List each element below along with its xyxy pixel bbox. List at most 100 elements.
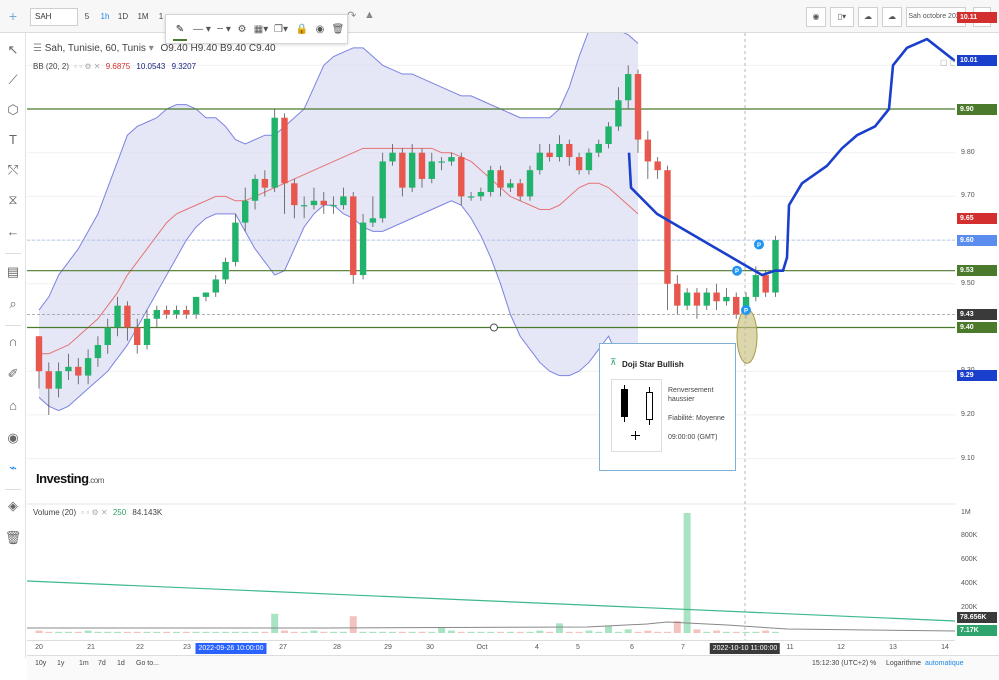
volume-bar	[742, 631, 750, 633]
price-tag: 9.53	[957, 265, 997, 277]
volume-bar	[84, 630, 92, 633]
crosshair-icon[interactable]: +	[5, 8, 21, 24]
candle	[134, 327, 141, 345]
candle	[448, 157, 455, 162]
price-tag: 9.65	[957, 212, 997, 224]
draw-mode-icon[interactable]: ✐	[4, 365, 22, 383]
layout-icon[interactable]: ▯▾	[830, 7, 854, 27]
camera-icon[interactable]: ◉	[806, 7, 826, 27]
delete-icon[interactable]: 🗑	[4, 529, 22, 547]
timeframe-1h[interactable]: 1h	[96, 8, 114, 26]
auto-toggle[interactable]: automatique	[925, 660, 964, 667]
date-tick-label: 21	[87, 644, 95, 651]
price-chart[interactable]: P P P	[27, 33, 955, 640]
lock-drawings-icon[interactable]: ⌂	[4, 397, 22, 415]
candle	[516, 183, 524, 197]
back-arrow-icon[interactable]: ←	[4, 223, 22, 241]
eye-icon[interactable]: ◉	[4, 429, 22, 447]
bollinger-band-fill	[39, 33, 639, 411]
candle	[556, 143, 563, 158]
cloud-download-icon[interactable]: ☁	[882, 7, 902, 27]
text-icon[interactable]: T	[4, 131, 22, 149]
volume-bar	[104, 631, 112, 633]
volume-bar	[290, 631, 298, 633]
fibonacci-icon[interactable]: ⧖	[4, 191, 22, 209]
line-style-select[interactable]: ╌ ▾	[214, 22, 234, 38]
date-tick-label: 22	[136, 644, 144, 651]
redo-icon[interactable]: ↷	[347, 9, 356, 22]
timeframe-5[interactable]: 5	[78, 8, 96, 26]
bb-value-1: 9.6875	[105, 62, 131, 71]
log-toggle[interactable]: Logarithme	[886, 660, 921, 667]
magnet-icon[interactable]: ∩	[4, 333, 22, 351]
alert-icon[interactable]: ▲	[364, 9, 375, 21]
zoom-icon[interactable]: ⌕	[4, 295, 22, 313]
line-color-swatch[interactable]	[173, 39, 187, 41]
lock-icon[interactable]: 🔒	[294, 22, 310, 38]
candle	[310, 200, 318, 206]
cursor-icon[interactable]: ↖	[4, 41, 22, 59]
price-tag: 9.60	[957, 234, 997, 246]
volume-controls-icon[interactable]: ▫ ▫ ⚙ ✕	[81, 508, 107, 517]
volume-bar	[241, 631, 249, 633]
price-axis[interactable]: 10.009.909.809.709.609.509.409.309.209.1…	[955, 11, 999, 640]
candle	[330, 205, 337, 207]
link-icon[interactable]: ⌁	[4, 459, 22, 477]
layers-icon[interactable]: ◈	[4, 497, 22, 515]
copy-icon[interactable]: ❐▾	[272, 22, 290, 38]
trendline-icon[interactable]: ⟋	[4, 71, 22, 89]
clock-readout[interactable]: 15:12:30 (UTC+2)	[812, 660, 868, 667]
candle	[143, 318, 151, 345]
candle	[350, 196, 357, 276]
range-10y[interactable]: 10y	[35, 660, 46, 667]
pattern-marker-label: P	[744, 309, 748, 315]
candle	[605, 126, 612, 144]
range-1y[interactable]: 1y	[57, 660, 64, 667]
pencil-icon[interactable]: ✎	[172, 22, 188, 38]
candle	[428, 161, 435, 179]
settings-icon[interactable]: ⚙	[234, 22, 250, 38]
shapes-icon[interactable]: ⤲	[4, 161, 22, 179]
volume-bar	[123, 631, 131, 633]
percent-toggle[interactable]: %	[870, 660, 876, 667]
timeframe-1m[interactable]: 1M	[134, 8, 152, 26]
template-icon[interactable]: ▦▾	[252, 22, 270, 38]
candle	[300, 205, 308, 207]
candle	[183, 310, 190, 315]
candle	[467, 196, 475, 198]
line-width-select[interactable]: — ▾	[192, 22, 212, 38]
popup-time: 09:00:00 (GMT)	[668, 434, 718, 441]
trash-icon[interactable]: 🗑	[330, 22, 346, 38]
range-1d[interactable]: 1d	[117, 660, 125, 667]
date-tick-label: 6	[630, 644, 634, 651]
date-axis[interactable]: 14 13 12 11 7 6 5 4 Oct 30 29 28 27 23 22 21 20 2022-09-…	[27, 640, 955, 655]
date-tick-label: 5	[576, 644, 580, 651]
candle	[458, 157, 465, 197]
range-7d[interactable]: 7d	[98, 660, 106, 667]
goto-button[interactable]: Go to...	[136, 660, 159, 667]
visibility-icon[interactable]: ◉	[312, 22, 328, 38]
volume-bar	[408, 631, 416, 633]
timeframe-1d[interactable]: 1D	[114, 8, 132, 26]
volume-ma-line	[27, 621, 955, 632]
menu-icon[interactable]: ☰	[33, 43, 45, 54]
date-tick-label: 27	[279, 644, 287, 651]
candle	[192, 296, 200, 315]
volume-tick-label: 200K	[961, 604, 978, 611]
volume-bar	[605, 625, 613, 633]
range-1m[interactable]: 1m	[79, 660, 89, 667]
candle	[55, 371, 62, 389]
popup-reliability: Fiabilité: Moyenne	[668, 415, 725, 422]
volume-tick-label: 400K	[961, 580, 978, 587]
date-tick-label: 23	[183, 644, 191, 651]
cloud-upload-icon[interactable]: ☁	[858, 7, 878, 27]
pattern-icon[interactable]: ⬡	[4, 101, 22, 119]
popup-line-2: haussier	[668, 396, 695, 403]
volume-bar	[153, 631, 161, 633]
measure-icon[interactable]: ▤	[4, 263, 22, 281]
symbol-input[interactable]: SAH	[30, 8, 78, 26]
candle	[487, 170, 494, 193]
bb-controls-icon[interactable]: ▫ ▫ ⚙ ✕	[74, 62, 100, 71]
volume-bar	[565, 631, 573, 633]
volume-bar	[398, 631, 406, 633]
